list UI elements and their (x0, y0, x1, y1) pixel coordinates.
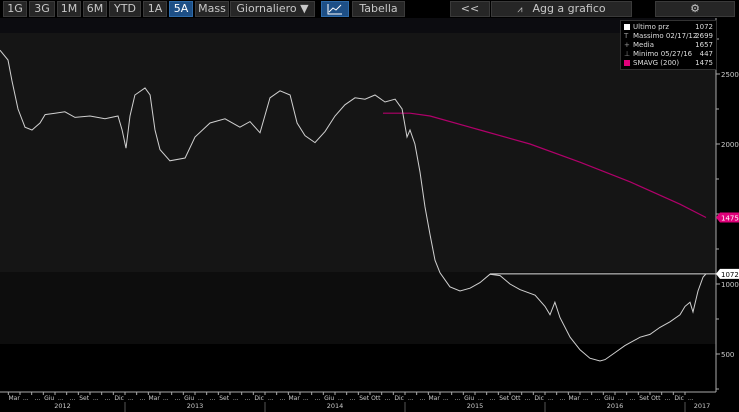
x-tick-label: Set (219, 395, 230, 402)
x-tick-label: Giu (324, 395, 334, 402)
x-tick-label: ... (583, 395, 589, 402)
x-tick-label: ... (630, 395, 636, 402)
x-tick-label: ... (443, 395, 449, 402)
x-tick-label: ... (665, 395, 671, 402)
x-tick-label: ... (420, 395, 426, 402)
x-tick-label: Dic (254, 395, 264, 402)
legend-label: Minimo 05/27/16 (633, 50, 693, 58)
y-tick-label: 2000 (721, 141, 739, 149)
x-tick-label: ... (268, 395, 274, 402)
x-tick-label: Mar (8, 395, 20, 402)
band-upper (0, 33, 716, 272)
x-tick-label: Mar (568, 395, 580, 402)
x-tick-label: ... (618, 395, 624, 402)
y-tick-label: 500 (721, 351, 734, 359)
y-tick-label: 1000 (721, 281, 739, 289)
x-tick-label: Dic (534, 395, 544, 402)
band-middle (0, 272, 716, 344)
x-tick-label: ... (245, 395, 251, 402)
x-tick-label: Ott (511, 395, 521, 402)
max-icon: T (624, 32, 629, 40)
legend-label: Ultimo prz (633, 23, 670, 31)
x-tick-label: ... (70, 395, 76, 402)
x-tick-label: Mar (428, 395, 440, 402)
x-tick-label: Giu (184, 395, 194, 402)
x-tick-label: ... (338, 395, 344, 402)
legend: Ultimo prz 1072 T Massimo 02/17/12 2699 + Me… (620, 20, 717, 70)
year-label: 2017 (694, 402, 711, 410)
x-tick-label: Set (359, 395, 370, 402)
legend-value: 447 (699, 50, 713, 58)
x-tick-label: ... (233, 395, 239, 402)
legend-item-smavg: SMAVG (200) 1475 (624, 59, 713, 67)
x-tick-label: ... (455, 395, 461, 402)
x-tick-label: Dic (394, 395, 404, 402)
x-tick-label: ... (58, 395, 64, 402)
x-tick-label: ... (490, 395, 496, 402)
x-tick-label: ... (198, 395, 204, 402)
x-tick-label: ... (210, 395, 216, 402)
y-tick-label: 2500 (721, 71, 739, 79)
legend-value: 1657 (695, 41, 713, 49)
x-tick-label: Set (79, 395, 90, 402)
x-tick-label: ... (128, 395, 134, 402)
x-tick-label: Set (499, 395, 510, 402)
x-tick-label: ... (303, 395, 309, 402)
legend-item-last: Ultimo prz 1072 (624, 23, 713, 31)
x-tick-label: ... (315, 395, 321, 402)
year-label: 2012 (54, 402, 71, 410)
legend-value: 1475 (695, 59, 713, 67)
x-tick-label: Mar (148, 395, 160, 402)
x-tick-label: Mar (288, 395, 300, 402)
last-price-tag: 1072 (716, 268, 739, 279)
x-tick-label: ... (525, 395, 531, 402)
x-tick-label: Giu (604, 395, 614, 402)
legend-label: SMAVG (200) (633, 59, 680, 67)
x-tick-label: ... (140, 395, 146, 402)
legend-label: Massimo 02/17/12 (633, 32, 698, 40)
x-tick-label: ... (350, 395, 356, 402)
x-tick-label: ... (35, 395, 41, 402)
x-tick-label: ... (385, 395, 391, 402)
x-tick-label: ... (478, 395, 484, 402)
x-tick-label: ... (175, 395, 181, 402)
x-tick-label: ... (408, 395, 414, 402)
smavg-tag-label: 1475 (721, 215, 739, 223)
legend-value: 2699 (695, 32, 713, 40)
x-tick-label: ... (23, 395, 29, 402)
last-price-tag-label: 1072 (721, 271, 739, 279)
legend-item-mean: + Media 1657 (624, 41, 713, 49)
year-label: 2014 (327, 402, 344, 410)
x-tick-label: ... (595, 395, 601, 402)
x-tick-label: Ott (651, 395, 661, 402)
x-tick-label: ... (105, 395, 111, 402)
min-icon: ⊥ (624, 50, 631, 58)
smavg-tag: 1475 (716, 212, 739, 223)
year-label: 2016 (607, 402, 624, 410)
x-tick-label: ... (93, 395, 99, 402)
x-tick-label: Set (639, 395, 650, 402)
x-tick-label: Giu (44, 395, 54, 402)
x-tick-label: ... (560, 395, 566, 402)
legend-item-min: ⊥ Minimo 05/27/16 447 (624, 50, 713, 58)
x-tick-label: ... (548, 395, 554, 402)
legend-swatch (624, 24, 630, 30)
mean-icon: + (624, 41, 630, 49)
x-tick-label: ... (163, 395, 169, 402)
x-tick-label: ... (688, 395, 694, 402)
legend-swatch (624, 60, 630, 66)
year-label: 2013 (187, 402, 204, 410)
x-tick-label: Ott (371, 395, 381, 402)
legend-label: Media (633, 41, 655, 49)
legend-value: 1072 (695, 23, 713, 31)
band-lower (0, 344, 716, 390)
x-tick-label: Giu (464, 395, 474, 402)
x-tick-label: ... (280, 395, 286, 402)
band-top (0, 18, 716, 33)
legend-item-max: T Massimo 02/17/12 2699 (624, 32, 713, 40)
x-tick-label: Dic (674, 395, 684, 402)
x-tick-label: Dic (114, 395, 124, 402)
year-label: 2015 (467, 402, 484, 410)
